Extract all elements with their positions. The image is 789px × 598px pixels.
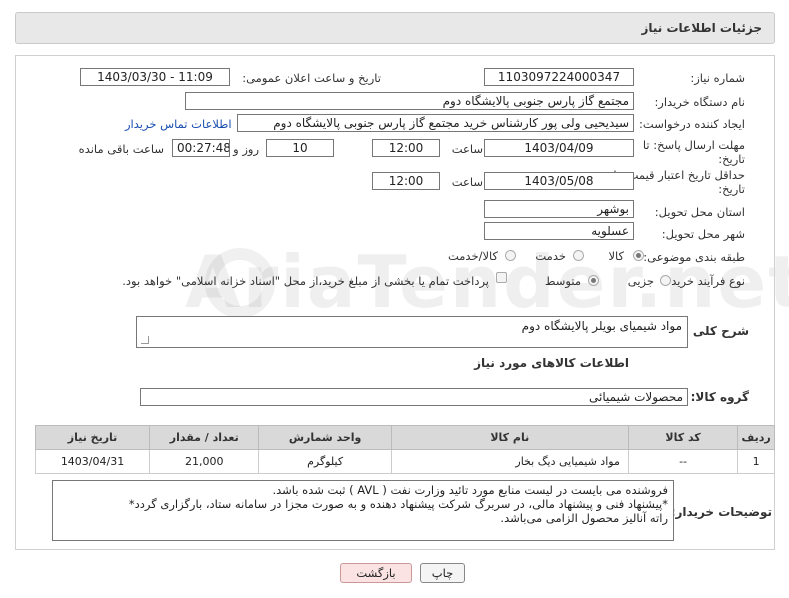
delivery-city-field: عسلویه (484, 222, 634, 240)
buyer-notes-line: راته آنالیز محصول الزامی می‌باشد. (500, 511, 668, 525)
buyer-contact-link[interactable]: اطلاعات تماس خریدار (125, 117, 232, 131)
buyer-org-label: نام دستگاه خریدار: (654, 95, 745, 109)
reply-deadline-time-label: ساعت (451, 142, 483, 156)
description-text: مواد شیمیای بویلر پالایشگاه دوم (521, 319, 682, 333)
resize-handle-icon[interactable] (141, 336, 149, 344)
treasury-checkbox[interactable] (496, 272, 507, 283)
delivery-city-label: شهر محل تحویل: (661, 227, 745, 241)
need-number-field: 1103097224000347 (484, 68, 634, 86)
reply-deadline-label-2: تاریخ: (718, 152, 745, 166)
cell-row: 1 (737, 449, 775, 474)
reply-deadline-date-field: 1403/04/09 (484, 139, 634, 157)
table-header-row: ردیف کد کالا نام کالا واحد شمارش تعداد /… (34, 425, 775, 450)
buyer-notes-field: فروشنده می بایست در لیست منابع مورد تائی… (52, 480, 674, 541)
reply-deadline-time-field: 12:00 (372, 139, 440, 157)
category-radio-service[interactable] (573, 250, 584, 261)
category-radio-goods-service[interactable] (505, 250, 516, 261)
buyer-org-field: مجتمع گاز پارس جنوبی پالایشگاه دوم (185, 92, 634, 110)
goods-table: ردیف کد کالا نام کالا واحد شمارش تعداد /… (34, 425, 775, 474)
cell-unit: کیلوگرم (258, 449, 392, 474)
purchase-type-option-minor: جزیی (627, 274, 654, 288)
reply-deadline-label: مهلت ارسال پاسخ: تا (642, 138, 745, 152)
remaining-time-label: ساعت باقی مانده (78, 142, 164, 156)
announce-datetime-label: تاریخ و ساعت اعلان عمومی: (242, 71, 381, 85)
header-bar: جزئیات اطلاعات نیاز (15, 12, 775, 44)
category-radio-goods[interactable] (633, 250, 644, 261)
delivery-province-field: بوشهر (484, 200, 634, 218)
col-header-name: نام کالا (390, 425, 629, 450)
col-header-need-date: تاریخ نیاز (34, 425, 151, 450)
goods-group-field: محصولات شیمیائی (140, 388, 688, 406)
col-header-code: کد کالا (627, 425, 739, 450)
col-header-row: ردیف (737, 425, 775, 450)
category-option-goods-service: کالا/خدمت (447, 249, 498, 263)
purchase-type-label: نوع فرآیند خرید : (663, 274, 745, 288)
category-label: طبقه بندی موضوعی: (643, 250, 745, 264)
price-validity-date-field: 1403/05/08 (484, 172, 634, 190)
purchase-type-option-medium: متوسط (544, 274, 581, 288)
remaining-time-field: 00:27:48 (172, 139, 230, 157)
buyer-notes-line: فروشنده می بایست در لیست منابع مورد تائی… (272, 483, 668, 497)
reply-days-field: 10 (266, 139, 334, 157)
reply-days-label: روز و (233, 142, 259, 156)
page-title: جزئیات اطلاعات نیاز (641, 21, 762, 35)
cell-code: -- (627, 449, 739, 474)
category-option-goods: کالا (608, 249, 624, 263)
cell-need-date: 1403/04/31 (34, 449, 151, 474)
requester-field: سیدیحیی ولی پور کارشناس خرید مجتمع گاز پ… (237, 114, 634, 132)
delivery-province-label: استان محل تحویل: (654, 205, 745, 219)
treasury-note: پرداخت تمام یا بخشی از مبلغ خرید،از محل … (122, 274, 489, 288)
cell-quantity: 21,000 (149, 449, 260, 474)
goods-section-title: اطلاعات کالاهای مورد نیاز (474, 356, 629, 370)
col-header-quantity: تعداد / مقدار (149, 425, 260, 450)
back-button[interactable]: بازگشت (340, 563, 412, 583)
print-button[interactable]: چاپ (420, 563, 465, 583)
purchase-type-radio-minor[interactable] (660, 275, 671, 286)
price-validity-time-field: 12:00 (372, 172, 440, 190)
announce-datetime-field: 1403/03/30 - 11:09 (80, 68, 230, 86)
buyer-notes-line: *پیشنهاد فنی و پیشنهاد مالی، در سربرگ شر… (128, 497, 668, 511)
goods-group-label: گروه کالا: (690, 390, 749, 404)
buyer-notes-label: توضیحات خریدار: (670, 505, 772, 519)
table-row: 1 -- مواد شیمیایی دیگ بخار کیلوگرم 21,00… (34, 449, 775, 474)
description-field: مواد شیمیای بویلر پالایشگاه دوم (136, 316, 688, 348)
col-header-unit: واحد شمارش (258, 425, 392, 450)
cell-name: مواد شیمیایی دیگ بخار (390, 449, 629, 474)
need-number-label: شماره نیاز: (690, 71, 745, 85)
price-validity-label-2: تاریخ: (718, 182, 745, 196)
requester-label: ایجاد کننده درخواست: (639, 117, 745, 131)
price-validity-time-label: ساعت (451, 175, 483, 189)
category-option-service: خدمت (535, 249, 566, 263)
purchase-type-radio-medium[interactable] (588, 275, 599, 286)
